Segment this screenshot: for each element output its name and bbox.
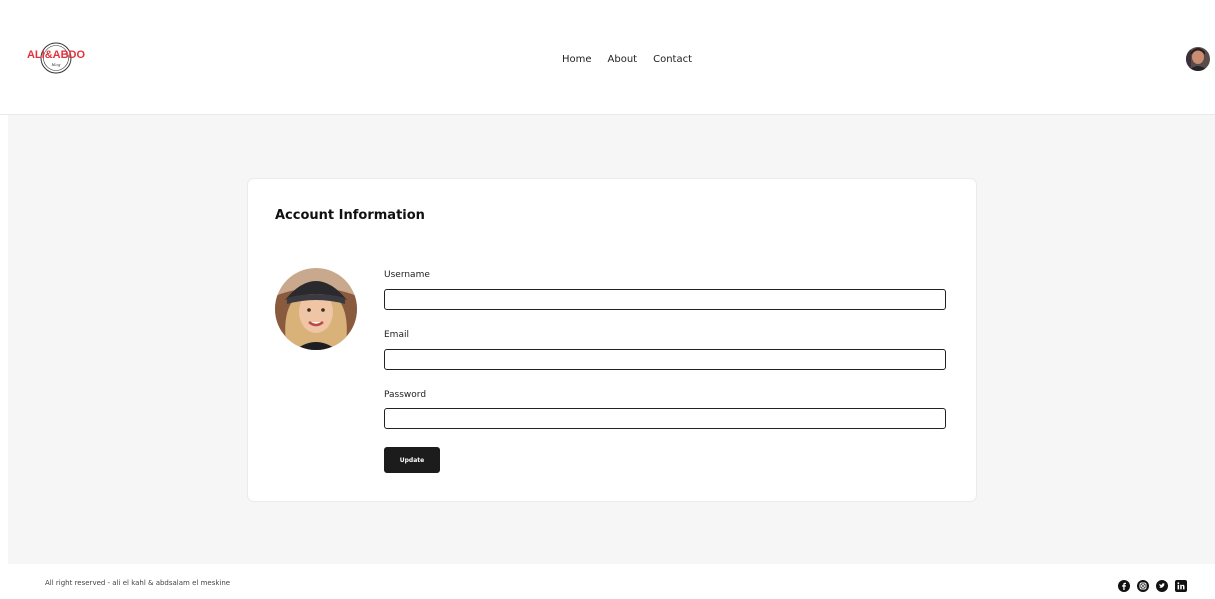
social-links [1118,577,1187,592]
email-input[interactable] [384,349,946,370]
username-input[interactable] [384,289,946,310]
site-logo[interactable]: ALI&ABDO blog [26,40,86,76]
account-card: Account Information Username Email Passw… [247,178,977,502]
site-header: ALI&ABDO blog Home About Contact [0,0,1215,115]
logo-subtext: blog [52,62,61,67]
nav-link-contact[interactable]: Contact [653,54,692,65]
nav-link-home[interactable]: Home [562,54,592,65]
nav-link-about[interactable]: About [608,54,638,65]
site-footer: All right reserved - ali el kahl & abdsa… [0,564,1215,599]
copyright-text: All right reserved - ali el kahl & abdsa… [45,579,231,587]
username-label: Username [384,270,430,280]
email-label: Email [384,330,409,340]
instagram-icon[interactable] [1137,577,1149,592]
update-button[interactable]: Update [384,447,440,473]
main-nav: Home About Contact [562,54,692,65]
profile-photo [275,268,357,350]
logo-text: ALI&ABDO [27,49,85,61]
facebook-icon[interactable] [1118,577,1130,592]
user-avatar-icon[interactable] [1186,47,1210,71]
twitter-icon[interactable] [1156,577,1168,592]
card-title: Account Information [275,208,425,223]
password-label: Password [384,390,427,400]
linkedin-icon[interactable] [1175,577,1187,592]
password-input[interactable] [384,408,946,429]
